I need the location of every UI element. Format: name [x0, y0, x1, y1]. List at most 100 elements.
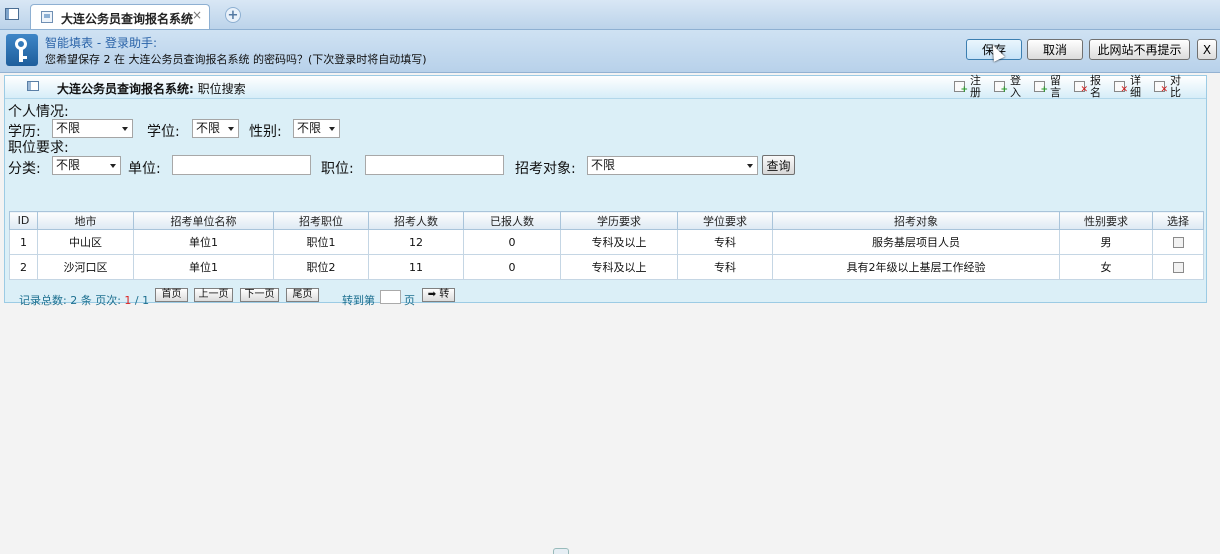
chevron-down-icon [329, 127, 335, 131]
password-save-bar: 智能填表 - 登录助手: 您希望保存 2 在 大连公务员查询报名系统 的密码吗？… [0, 30, 1220, 73]
tool-compare[interactable]: ✕ 对比 [1152, 74, 1188, 100]
unit-input[interactable] [172, 155, 311, 175]
pager-total: 记录总数: 2 条 页次: [19, 294, 125, 307]
tool-label: 注册 [970, 74, 981, 99]
column-header: 学历要求 [560, 211, 678, 230]
notification-message: 您希望保存 2 在 大连公务员查询报名系统 的密码吗？(下次登录时将自动填写) [45, 53, 427, 66]
prev-page-button[interactable]: 上一页 [194, 288, 233, 302]
next-page-button[interactable]: 下一页 [240, 288, 279, 302]
chevron-down-icon [122, 127, 128, 131]
tool-login[interactable]: + 登入 [992, 75, 1028, 100]
cell-unit: 单位1 [133, 229, 274, 255]
column-header: 地市 [37, 211, 134, 230]
add-icon: + [954, 81, 968, 95]
toolbar: + 注册 + 登入 + 留言 ✕ 报名 ✕ 详细 ✕ 对比 [952, 74, 1202, 100]
page-favicon-icon [41, 11, 53, 23]
cell-target: 服务基层项目人员 [772, 229, 1060, 255]
degree-label: 学位: [147, 124, 180, 140]
column-header: 选择 [1152, 211, 1204, 230]
personal-heading: 个人情况: [8, 104, 69, 120]
cancel-button[interactable]: 取消 [1027, 39, 1083, 60]
add-icon: + [1034, 81, 1048, 95]
table-row: 1 中山区 单位1 职位1 12 0 专科及以上 专科 服务基层项目人员 男 [9, 229, 1204, 255]
education-select[interactable]: 不限 [52, 119, 133, 138]
close-notification-button[interactable]: X [1197, 39, 1217, 60]
cell-unit: 单位1 [133, 254, 274, 280]
add-icon: + [994, 81, 1008, 95]
table-header-row: ID 地市 招考单位名称 招考职位 招考人数 已报人数 学历要求 学位要求 招考… [9, 211, 1204, 230]
position-label: 职位: [321, 161, 354, 177]
cell-education: 专科及以上 [560, 254, 678, 280]
browser-menu-button[interactable] [0, 3, 24, 25]
goto-page-input[interactable] [380, 290, 401, 304]
cell-education: 专科及以上 [560, 229, 678, 255]
page-title: 大连公务员查询报名系统: 职位搜索 [57, 80, 246, 97]
cell-degree: 专科 [677, 229, 773, 255]
column-header: 招考人数 [368, 211, 464, 230]
cell-id: 1 [9, 229, 38, 255]
panel-header: 大连公务员查询报名系统: 职位搜索 + 注册 + 登入 + 留言 ✕ 报名 ✕ … [5, 74, 1206, 100]
first-page-button[interactable]: 首页 [155, 288, 188, 302]
tool-label: 报名 [1090, 74, 1101, 99]
column-header: 性别要求 [1059, 211, 1153, 230]
cell-city: 沙河口区 [37, 254, 134, 280]
chevron-down-icon [228, 127, 234, 131]
column-header: 招考职位 [273, 211, 369, 230]
category-label: 分类: [8, 161, 41, 177]
degree-select[interactable]: 不限 [192, 119, 239, 138]
category-value: 不限 [56, 158, 81, 172]
cell-quota: 12 [368, 229, 464, 255]
row-checkbox[interactable] [1172, 237, 1184, 248]
goto-label: 转到第 [342, 294, 375, 307]
never-for-site-button[interactable]: 此网站不再提示 [1089, 39, 1190, 60]
page-name: 职位搜索 [197, 82, 246, 96]
tab-title: 大连公务员查询报名系统 [61, 12, 194, 26]
pager-total-pages: / 1 [131, 294, 150, 307]
cell-position: 职位2 [273, 254, 369, 280]
query-button[interactable]: 查询 [762, 155, 795, 175]
gender-select[interactable]: 不限 [293, 119, 340, 138]
new-tab-button[interactable]: + [225, 7, 241, 23]
tab-close-icon[interactable]: × [192, 8, 202, 22]
browser-tab-bar: 大连公务员查询报名系统 × + [0, 0, 1220, 30]
chevron-down-icon [110, 164, 116, 168]
notification-title: 智能填表 - 登录助手: [45, 36, 158, 50]
tool-detail[interactable]: ✕ 详细 [1112, 75, 1148, 100]
last-page-button[interactable]: 尾页 [286, 288, 319, 302]
column-header: 学位要求 [677, 211, 773, 230]
target-label: 招考对象: [515, 161, 576, 177]
results-table: ID 地市 招考单位名称 招考职位 招考人数 已报人数 学历要求 学位要求 招考… [9, 211, 1204, 280]
target-value: 不限 [591, 158, 616, 172]
tool-register[interactable]: + 注册 [952, 74, 988, 100]
category-select[interactable]: 不限 [52, 156, 121, 175]
cell-quota: 11 [368, 254, 464, 280]
panel-window-icon [27, 81, 39, 91]
table-row: 2 沙河口区 单位1 职位2 11 0 专科及以上 专科 具有2年级以上基层工作… [9, 254, 1204, 280]
cell-gender: 女 [1059, 254, 1153, 280]
target-select[interactable]: 不限 [587, 156, 758, 175]
tool-signup[interactable]: ✕ 报名 [1072, 74, 1108, 100]
degree-value: 不限 [196, 121, 221, 135]
unit-label: 单位: [128, 161, 161, 177]
sidebar-icon [5, 8, 19, 20]
delete-icon: ✕ [1074, 81, 1088, 95]
goto-unit-label: 页 [404, 294, 415, 307]
row-checkbox[interactable] [1172, 262, 1184, 273]
cell-applied: 0 [463, 229, 561, 255]
education-value: 不限 [56, 121, 81, 135]
gender-value: 不限 [297, 121, 322, 135]
tool-label: 对比 [1170, 74, 1181, 99]
tool-message[interactable]: + 留言 [1032, 75, 1068, 100]
browser-tab[interactable]: 大连公务员查询报名系统 × [30, 4, 210, 29]
scroll-handle[interactable] [553, 548, 569, 554]
goto-button[interactable]: ➡ 转 [422, 288, 455, 302]
column-header: ID [9, 211, 38, 230]
position-input[interactable] [365, 155, 504, 175]
column-header: 已报人数 [463, 211, 561, 230]
cell-position: 职位1 [273, 229, 369, 255]
cell-applied: 0 [463, 254, 561, 280]
key-icon [6, 34, 38, 66]
cell-target: 具有2年级以上基层工作经验 [772, 254, 1060, 280]
cell-city: 中山区 [37, 229, 134, 255]
column-header: 招考单位名称 [133, 211, 274, 230]
